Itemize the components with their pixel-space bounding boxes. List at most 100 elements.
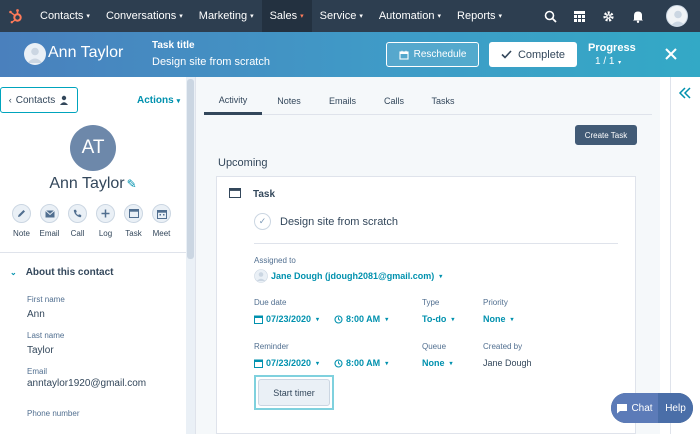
nav-conversations[interactable]: Conversations ▾	[98, 0, 191, 32]
clock-icon	[334, 314, 343, 324]
notifications-icon[interactable]	[623, 0, 652, 32]
queue-dropdown[interactable]: None ▾	[422, 358, 453, 368]
meet-action[interactable]: Meet	[152, 204, 171, 238]
person-icon	[60, 95, 69, 105]
task-card-title[interactable]: Design site from scratch	[280, 216, 398, 228]
chevron-down-icon: ⌄	[10, 268, 17, 277]
task-title: Design site from scratch	[152, 56, 270, 68]
hubspot-logo-icon[interactable]	[0, 0, 32, 32]
task-type-icon	[229, 187, 241, 201]
reschedule-button[interactable]: Reschedule	[386, 42, 479, 67]
assignee-avatar-icon	[254, 269, 268, 283]
reminder-time-dropdown[interactable]: 8:00 AM ▾	[334, 358, 388, 368]
task-action[interactable]: Task	[124, 204, 143, 238]
call-action[interactable]: Call	[68, 204, 87, 238]
pencil-icon[interactable]: ✎	[127, 177, 137, 191]
task-type-label: Task	[253, 189, 276, 200]
contact-name: Ann Taylor ✎	[49, 175, 137, 192]
tab-notes[interactable]: Notes	[262, 87, 316, 115]
section-divider	[0, 252, 186, 253]
chevron-down-icon: ▾	[316, 360, 320, 367]
chevron-down-icon: ▾	[385, 360, 389, 367]
assigned-to-label: Assigned to	[254, 256, 296, 265]
chevron-down-icon: ▾	[316, 316, 320, 323]
tab-emails[interactable]: Emails	[316, 87, 369, 115]
help-button[interactable]: Help	[658, 393, 693, 423]
email-label: Email	[27, 367, 48, 376]
contact-avatar: AT	[70, 125, 116, 171]
note-icon	[12, 204, 31, 223]
tab-calls[interactable]: Calls	[369, 87, 419, 115]
main-scrollbar[interactable]	[660, 77, 670, 434]
right-sidebar-collapsed	[670, 77, 700, 434]
phone-label: Phone number	[27, 409, 80, 418]
nav-sales[interactable]: Sales ▾	[261, 0, 312, 32]
nav-contacts[interactable]: Contacts ▾	[32, 0, 98, 32]
chat-bubble-icon	[617, 403, 628, 413]
note-action[interactable]: Note	[12, 204, 31, 238]
contact-actions: Note Email Call Log Task Meet	[12, 204, 171, 238]
about-contact-toggle[interactable]: ⌄ About this contact	[10, 267, 113, 278]
close-icon[interactable]	[662, 45, 680, 63]
activity-tabs: Activity Notes Emails Calls Tasks	[204, 87, 652, 115]
log-action[interactable]: Log	[96, 204, 115, 238]
back-to-contacts-button[interactable]: ‹ Contacts	[0, 87, 78, 113]
calendar-icon	[152, 204, 171, 223]
task-header: Ann Taylor Task title Design site from s…	[0, 32, 700, 77]
chevron-down-icon: ▾	[451, 316, 455, 323]
created-by-value: Jane Dough	[483, 358, 532, 368]
chevron-down-icon: ▾	[510, 316, 514, 323]
chevron-down-icon: ▾	[250, 13, 254, 20]
type-dropdown[interactable]: To-do ▾	[422, 314, 454, 324]
email-value[interactable]: anntaylor1920@gmail.com	[27, 378, 146, 389]
search-icon[interactable]	[536, 0, 565, 32]
chevron-down-icon: ▾	[179, 13, 183, 20]
chevron-down-icon: ▾	[176, 98, 181, 105]
actions-dropdown[interactable]: Actions ▾	[137, 95, 180, 106]
nav-marketing[interactable]: Marketing ▾	[191, 0, 262, 32]
reminder-label: Reminder	[254, 342, 289, 351]
chevron-down-icon: ▾	[439, 273, 443, 280]
user-avatar-icon	[670, 10, 686, 26]
first-name-label: First name	[27, 295, 65, 304]
due-time-dropdown[interactable]: 8:00 AM ▾	[334, 314, 388, 324]
upcoming-heading: Upcoming	[218, 157, 268, 169]
expand-sidebar-icon[interactable]	[678, 86, 692, 102]
first-name-value[interactable]: Ann	[27, 309, 45, 320]
calendar-icon	[254, 359, 263, 368]
reminder-date-dropdown[interactable]: 07/23/2020 ▾	[254, 358, 319, 368]
priority-dropdown[interactable]: None ▾	[483, 314, 514, 324]
complete-checkbox[interactable]: ✓	[254, 213, 271, 230]
chevron-down-icon: ▾	[498, 13, 503, 20]
task-icon	[124, 204, 143, 223]
chevron-left-icon: ‹	[8, 95, 12, 105]
settings-icon[interactable]	[594, 0, 623, 32]
tab-tasks[interactable]: Tasks	[419, 87, 467, 115]
last-name-label: Last name	[27, 331, 65, 340]
complete-button[interactable]: Complete	[489, 42, 577, 67]
nav-automation[interactable]: Automation ▾	[371, 0, 449, 32]
progress-dropdown[interactable]: 1 / 1 ▾	[595, 56, 621, 67]
user-avatar[interactable]	[666, 5, 688, 27]
checkmark-icon: ✓	[258, 216, 267, 226]
due-date-dropdown[interactable]: 07/23/2020 ▾	[254, 314, 319, 324]
chevron-down-icon: ▾	[300, 13, 304, 20]
email-action[interactable]: Email	[39, 204, 60, 238]
tab-activity[interactable]: Activity	[204, 87, 262, 115]
start-timer-focus-ring: Start timer	[254, 375, 334, 410]
chevron-down-icon: ▾	[86, 13, 90, 20]
header-contact-name[interactable]: Ann Taylor	[48, 44, 123, 62]
chat-button[interactable]: Chat	[611, 393, 658, 423]
marketplace-icon[interactable]	[565, 0, 594, 32]
create-task-button[interactable]: Create Task	[575, 125, 637, 145]
chevron-down-icon: ▾	[385, 316, 389, 323]
nav-reports[interactable]: Reports ▾	[449, 0, 510, 32]
sidebar-scrollbar-thumb[interactable]	[187, 79, 194, 259]
start-timer-button[interactable]: Start timer	[258, 379, 330, 406]
last-name-value[interactable]: Taylor	[27, 345, 54, 356]
assigned-to-dropdown[interactable]: Jane Dough (jdough2081@gmail.com) ▾	[254, 269, 442, 283]
chevron-down-icon: ▾	[449, 360, 453, 367]
nav-service[interactable]: Service ▾	[312, 0, 371, 32]
task-title-label: Task title	[152, 40, 195, 51]
plus-icon	[96, 204, 115, 223]
